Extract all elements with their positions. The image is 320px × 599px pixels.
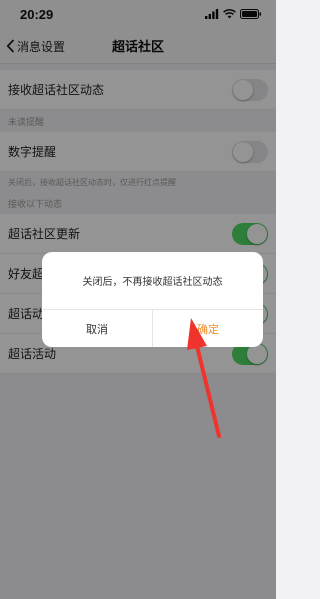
dialog-actions: 取消 确定 xyxy=(42,309,263,347)
confirm-dialog: 关闭后，不再接收超话社区动态 取消 确定 xyxy=(42,252,263,347)
cancel-button[interactable]: 取消 xyxy=(42,310,153,347)
dialog-message: 关闭后，不再接收超话社区动态 xyxy=(82,277,223,288)
confirm-button[interactable]: 确定 xyxy=(153,310,263,347)
